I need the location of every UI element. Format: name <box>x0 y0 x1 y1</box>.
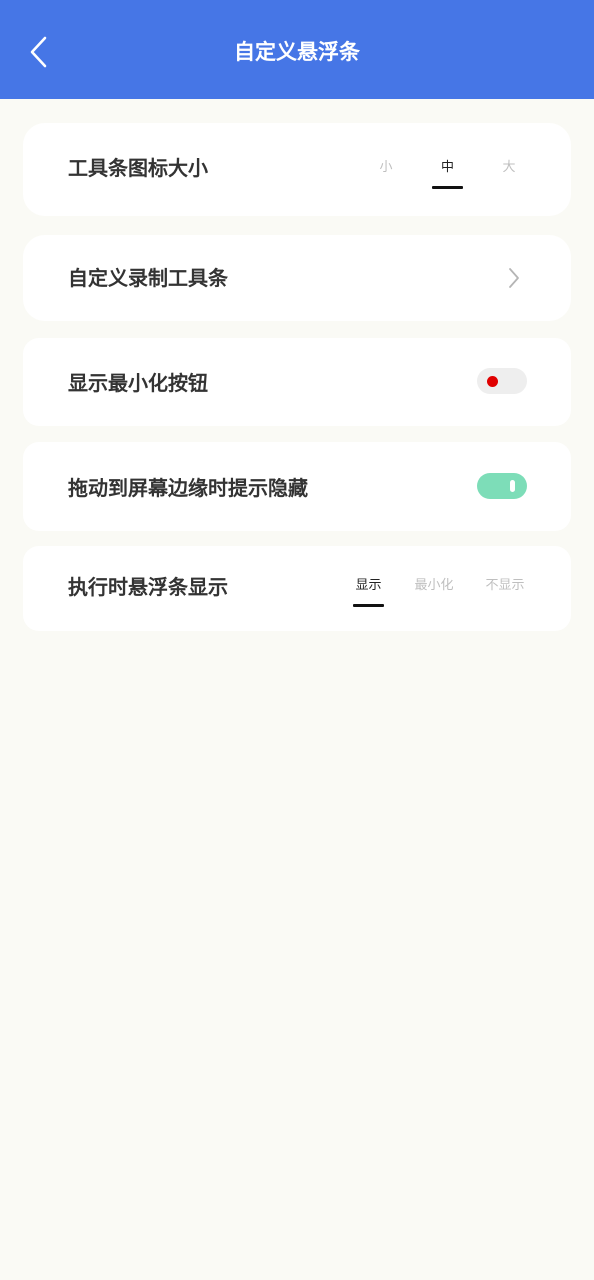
edge-hide-hint-toggle[interactable] <box>477 473 527 499</box>
toggle-off-dot <box>487 376 498 387</box>
size-option-large[interactable]: 大 <box>499 158 519 178</box>
page-title: 自定义悬浮条 <box>234 40 360 64</box>
display-option-show-label: 显示 <box>355 578 382 593</box>
toggle-on-knob <box>510 480 515 492</box>
show-minimize-button-label: 显示最小化按钮 <box>68 371 208 395</box>
display-option-show[interactable]: 显示 <box>353 576 384 607</box>
toolbar-icon-size-label: 工具条图标大小 <box>68 156 208 180</box>
display-option-hide[interactable]: 不显示 <box>483 576 527 596</box>
size-option-small[interactable]: 小 <box>376 158 396 178</box>
app-header: 自定义悬浮条 <box>0 0 594 99</box>
display-option-minimize[interactable]: 最小化 <box>412 576 456 596</box>
selected-underline <box>432 186 463 189</box>
show-minimize-button-toggle[interactable] <box>477 368 527 394</box>
chevron-right-icon[interactable] <box>507 267 521 289</box>
setting-card-toolbar-icon-size: 工具条图标大小 小 中 大 <box>23 123 571 216</box>
float-display-label: 执行时悬浮条显示 <box>68 575 228 599</box>
size-option-medium[interactable]: 中 <box>432 158 463 189</box>
setting-card-custom-record-toolbar[interactable]: 自定义录制工具条 <box>23 235 571 321</box>
setting-card-edge-hide-hint: 拖动到屏幕边缘时提示隐藏 <box>23 442 571 531</box>
selected-underline <box>353 604 384 607</box>
setting-card-float-display-when-running: 执行时悬浮条显示 显示 最小化 不显示 <box>23 546 571 631</box>
custom-record-toolbar-label: 自定义录制工具条 <box>68 266 228 290</box>
size-option-medium-label: 中 <box>440 160 454 175</box>
setting-card-show-minimize-button: 显示最小化按钮 <box>23 338 571 426</box>
edge-hide-hint-label: 拖动到屏幕边缘时提示隐藏 <box>68 476 308 500</box>
